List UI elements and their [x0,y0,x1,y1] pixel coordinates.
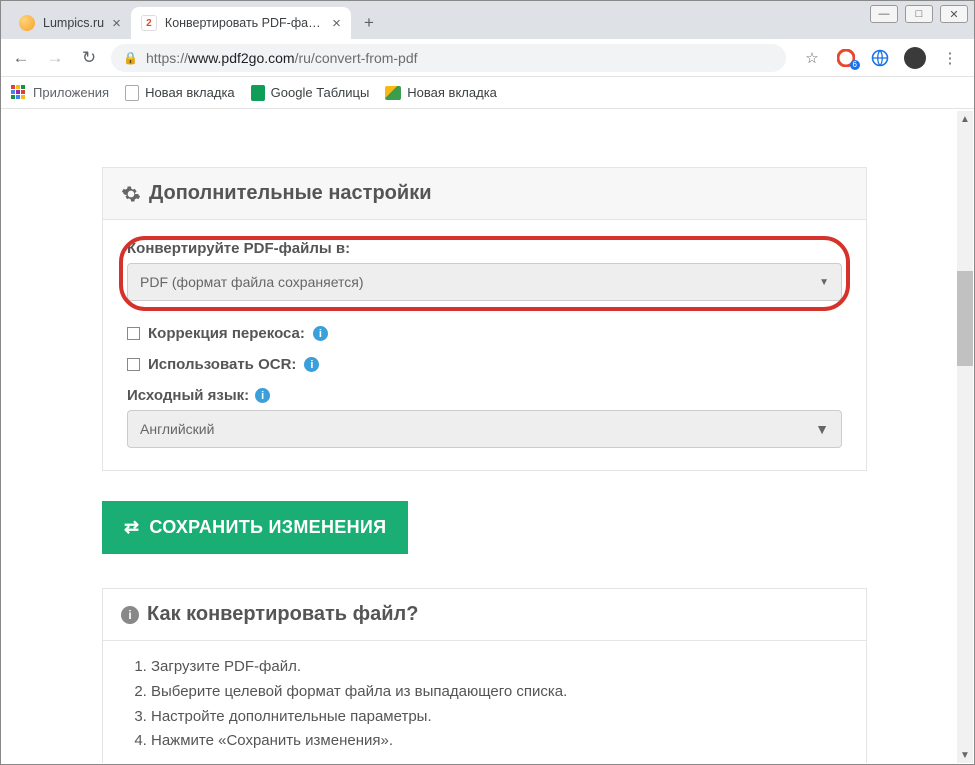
source-lang-label: Исходный язык: [127,387,249,404]
info-icon[interactable]: i [255,388,270,403]
format-select-highlight: Конвертируйте PDF-файлы в: PDF (формат ф… [119,236,850,311]
url-input[interactable]: 🔒 https://www.pdf2go.com/ru/convert-from… [111,44,786,72]
info-icon[interactable]: i [304,357,319,372]
tab-title: Lumpics.ru [43,16,104,30]
bookmark-label: Приложения [33,85,109,100]
bookmark-label: Google Таблицы [271,85,370,100]
bookmark-sheets[interactable]: Google Таблицы [251,85,370,101]
lock-icon: 🔒 [123,51,138,65]
extension-opera-icon[interactable]: 6 [836,48,856,68]
new-tab-button[interactable]: + [355,9,383,37]
settings-card-header: Дополнительные настройки [103,168,866,220]
window-minimize-button[interactable]: — [870,5,898,23]
scroll-down-icon[interactable]: ▼ [957,747,973,763]
list-item: Нажмите «Сохранить изменения». [151,730,840,752]
bookmarks-bar: Приложения Новая вкладка Google Таблицы … [1,77,974,109]
close-tab-icon[interactable]: × [332,15,341,32]
bookmark-apps[interactable]: Приложения [11,85,109,101]
select-value: Английский [140,421,214,437]
swap-arrows-icon: ⇄ [124,517,139,538]
settings-title: Дополнительные настройки [149,182,432,205]
save-changes-button[interactable]: ⇄ СОХРАНИТЬ ИЗМЕНЕНИЯ [102,501,408,554]
ocr-checkbox[interactable] [127,358,140,371]
source-lang-label-row: Исходный язык: i [127,387,842,404]
output-format-select[interactable]: PDF (формат файла сохраняется) ▼ [127,263,842,301]
bookmark-newtab-1[interactable]: Новая вкладка [125,85,235,101]
browser-menu-button[interactable]: ⋮ [940,48,960,68]
tab-strip: Lumpics.ru × 2 Конвертировать PDF-файл —… [1,1,974,39]
select-value: PDF (формат файла сохраняется) [140,274,364,290]
gears-icon [121,184,141,204]
nav-back-button[interactable]: ← [9,46,33,70]
deskew-label: Коррекция перекоса: [148,325,305,342]
bookmark-star-icon[interactable]: ☆ [802,48,822,68]
document-icon [125,85,139,101]
source-language-select[interactable]: Английский ▼ [127,410,842,448]
sheets-icon [251,85,265,101]
chevron-down-icon: ▼ [819,277,829,288]
favicon-icon: 2 [141,15,157,31]
howto-title: Как конвертировать файл? [147,603,418,626]
address-bar: ← → ↻ 🔒 https://www.pdf2go.com/ru/conver… [1,39,974,77]
window-close-button[interactable]: ✕ [940,5,968,23]
scroll-up-icon[interactable]: ▲ [957,111,973,127]
list-item: Настройте дополнительные параметры. [151,706,840,728]
extension-globe-icon[interactable] [870,48,890,68]
howto-header: i Как конвертировать файл? [103,589,866,641]
favicon-icon [19,15,35,31]
window-maximize-button[interactable]: □ [905,5,933,23]
image-icon [385,86,401,100]
list-item: Загрузите PDF-файл. [151,656,840,678]
page-viewport: Дополнительные настройки Конвертируйте P… [2,111,957,763]
list-item: Выберите целевой формат файла из выпадаю… [151,681,840,703]
convert-label: Конвертируйте PDF-файлы в: [127,240,842,257]
info-icon[interactable]: i [313,326,328,341]
scrollbar-thumb[interactable] [957,271,973,366]
deskew-row: Коррекция перекоса: i [127,325,842,342]
apps-grid-icon [11,85,27,101]
howto-steps-list: Загрузите PDF-файл. Выберите целевой фор… [129,656,840,752]
chevron-down-icon: ▼ [815,421,829,437]
browser-tab-lumpics[interactable]: Lumpics.ru × [9,7,131,39]
bookmark-label: Новая вкладка [145,85,235,100]
close-tab-icon[interactable]: × [112,15,121,32]
bookmark-newtab-2[interactable]: Новая вкладка [385,85,497,100]
ocr-row: Использовать OCR: i [127,356,842,373]
info-badge-icon: i [121,606,139,624]
save-button-label: СОХРАНИТЬ ИЗМЕНЕНИЯ [149,517,386,538]
howto-card: i Как конвертировать файл? Загрузите PDF… [102,588,867,763]
settings-card: Дополнительные настройки Конвертируйте P… [102,167,867,471]
url-text: https://www.pdf2go.com/ru/convert-from-p… [146,50,418,66]
profile-avatar[interactable] [904,47,926,69]
extension-badge: 6 [850,60,860,70]
tab-title: Конвертировать PDF-файл — К [165,16,324,30]
bookmark-label: Новая вкладка [407,85,497,100]
browser-tab-pdf2go[interactable]: 2 Конвертировать PDF-файл — К × [131,7,351,39]
ocr-label: Использовать OCR: [148,356,296,373]
scrollbar-track[interactable]: ▲ ▼ [957,111,973,763]
nav-reload-button[interactable]: ↻ [77,46,101,70]
nav-forward-button[interactable]: → [43,46,67,70]
window-controls: — □ ✕ [870,5,968,23]
deskew-checkbox[interactable] [127,327,140,340]
